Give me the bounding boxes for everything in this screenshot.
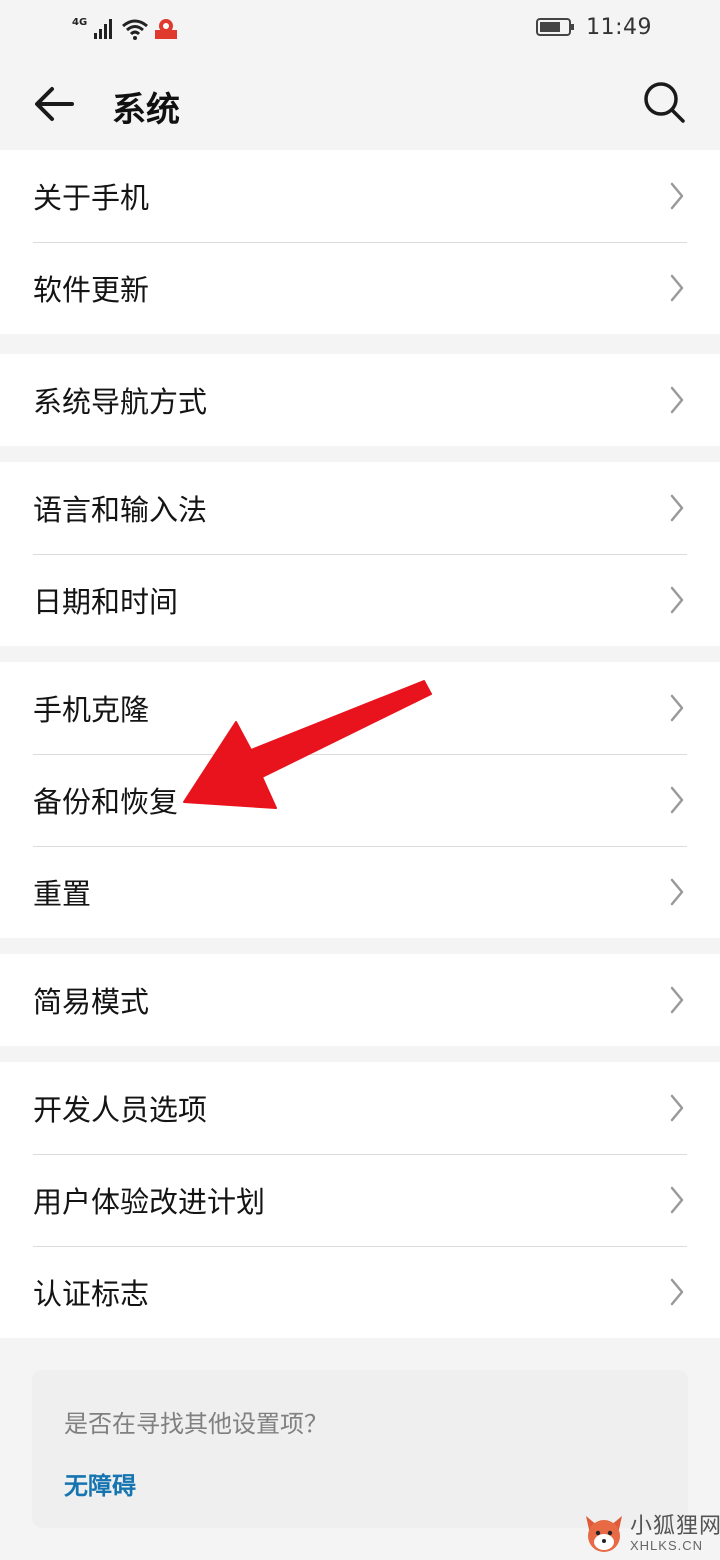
settings-item-label: 用户体验改进计划	[33, 1185, 266, 1219]
watermark-text: 小狐狸网	[630, 1514, 720, 1539]
settings-group-device: 关于手机 软件更新	[0, 150, 720, 334]
wifi-icon	[122, 19, 149, 40]
settings-group-navigation: 系统导航方式	[0, 354, 720, 446]
settings-item-label: 软件更新	[33, 273, 150, 307]
settings-group-language-time: 语言和输入法 日期和时间	[0, 462, 720, 646]
back-button[interactable]	[30, 80, 78, 128]
chevron-right-icon	[670, 694, 684, 722]
hint-card: 是否在寻找其他设置项？ 无障碍	[32, 1370, 688, 1528]
fox-logo-icon	[586, 1516, 622, 1552]
watermark: 小狐狸网 XHLKS.CN	[580, 1508, 720, 1558]
settings-item-label: 手机克隆	[33, 693, 150, 727]
chevron-right-icon	[670, 586, 684, 614]
signal-icon	[94, 19, 113, 39]
clock: 11:49	[586, 14, 652, 40]
chevron-right-icon	[670, 386, 684, 414]
hint-text: 是否在寻找其他设置项？	[64, 1410, 328, 1438]
settings-item-label: 系统导航方式	[33, 385, 208, 419]
settings-item-developer-options[interactable]: 开发人员选项	[0, 1062, 720, 1154]
app-header: 系统	[0, 56, 720, 150]
chevron-right-icon	[670, 878, 684, 906]
battery-icon	[536, 18, 575, 36]
chevron-right-icon	[670, 182, 684, 210]
settings-item-phone-clone[interactable]: 手机克隆	[0, 662, 720, 754]
search-icon	[644, 82, 685, 123]
chevron-right-icon	[670, 1278, 684, 1306]
settings-group-backup: 手机克隆 备份和恢复 重置	[0, 662, 720, 938]
settings-item-label: 日期和时间	[33, 585, 179, 619]
settings-item-date-time[interactable]: 日期和时间	[0, 554, 720, 646]
settings-item-user-experience[interactable]: 用户体验改进计划	[0, 1154, 720, 1246]
accessibility-link[interactable]: 无障碍	[64, 1466, 136, 1501]
page-title: 系统	[112, 90, 180, 130]
chevron-right-icon	[670, 1186, 684, 1214]
settings-item-label: 关于手机	[33, 181, 150, 215]
status-bar: 4G 11:49	[0, 0, 720, 56]
settings-item-backup-restore[interactable]: 备份和恢复	[0, 754, 720, 846]
chevron-right-icon	[670, 786, 684, 814]
notification-app-icon	[155, 19, 178, 39]
watermark-domain: XHLKS.CN	[630, 1538, 704, 1553]
settings-item-reset[interactable]: 重置	[0, 846, 720, 938]
chevron-right-icon	[670, 274, 684, 302]
settings-item-certification[interactable]: 认证标志	[0, 1246, 720, 1338]
settings-item-label: 开发人员选项	[33, 1093, 208, 1127]
settings-group-simple-mode: 简易模式	[0, 954, 720, 1046]
settings-item-label: 重置	[33, 877, 92, 911]
status-right-icons: 11:49	[536, 14, 652, 40]
chevron-right-icon	[670, 1094, 684, 1122]
settings-item-system-navigation[interactable]: 系统导航方式	[0, 354, 720, 446]
search-button[interactable]	[640, 78, 688, 126]
settings-item-label: 简易模式	[33, 985, 150, 1019]
network-type-label: 4G	[72, 17, 88, 28]
back-arrow-icon	[35, 87, 74, 121]
settings-item-about-phone[interactable]: 关于手机	[0, 150, 720, 242]
settings-group-developer: 开发人员选项 用户体验改进计划 认证标志	[0, 1062, 720, 1338]
settings-item-label: 语言和输入法	[33, 493, 208, 527]
settings-item-label: 认证标志	[33, 1277, 150, 1311]
settings-item-label: 备份和恢复	[33, 785, 179, 819]
chevron-right-icon	[670, 494, 684, 522]
status-left-icons: 4G	[72, 14, 178, 40]
settings-item-simple-mode[interactable]: 简易模式	[0, 954, 720, 1046]
settings-item-software-update[interactable]: 软件更新	[0, 242, 720, 334]
chevron-right-icon	[670, 986, 684, 1014]
settings-item-language-input[interactable]: 语言和输入法	[0, 462, 720, 554]
